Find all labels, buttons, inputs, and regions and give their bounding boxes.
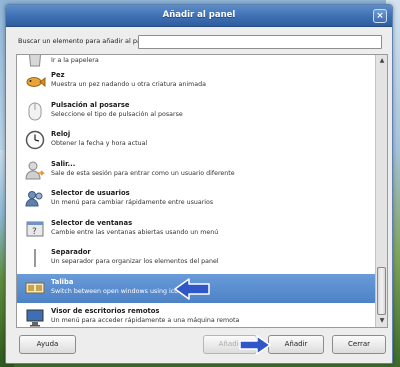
item-list: Ir a la papelera Pez Muestra un pez nada… — [16, 54, 388, 328]
item-description: Un menú para cambiar rápidamente entre u… — [51, 199, 214, 206]
annotation-arrow-icon — [238, 334, 272, 356]
add-button[interactable]: Añadir — [268, 335, 324, 354]
logout-icon — [24, 159, 46, 181]
window-title: Añadir al panel — [162, 10, 236, 20]
search-input[interactable] — [138, 35, 382, 49]
close-button[interactable]: Cerrar — [332, 335, 386, 354]
item-description: Un menú para acceder rápidamente a una m… — [51, 317, 240, 324]
svg-text:?: ? — [32, 227, 37, 237]
list-item-remote-desktop[interactable]: Visor de escritorios remotos Un menú par… — [17, 303, 377, 327]
help-button[interactable]: Ayuda — [19, 335, 76, 354]
item-name: Salir... — [51, 159, 76, 168]
separator-icon — [24, 247, 46, 269]
users-icon — [24, 188, 46, 210]
item-name: Visor de escritorios remotos — [51, 307, 160, 315]
list-item-window-selector[interactable]: ? Selector de ventanas Cambie entre las … — [17, 215, 377, 245]
mouse-icon — [24, 100, 46, 122]
item-name: Selector de ventanas — [51, 218, 133, 227]
window-selector-icon: ? — [24, 218, 46, 240]
item-description: Seleccione el tipo de pulsación al posar… — [51, 110, 183, 118]
item-description: Sale de esta sesión para entrar como un … — [51, 169, 235, 177]
item-name: Reloj — [51, 130, 71, 138]
annotation-arrow-icon — [173, 277, 211, 301]
item-description: Ir a la papelera — [51, 57, 99, 64]
item-description: Cambie entre las ventanas abiertas usand… — [51, 228, 219, 236]
item-description: Muestra un pez nadando u otra criatura a… — [51, 81, 206, 88]
item-description: Obtener la fecha y hora actual — [51, 140, 148, 147]
search-label: Buscar un elemento para añadir al panel: — [18, 37, 154, 45]
list-item-logout[interactable]: Salir... Sale de esta sesión para entrar… — [17, 156, 377, 186]
scroll-down-icon[interactable]: ▼ — [377, 316, 387, 326]
item-name: Pez — [51, 71, 65, 79]
fish-icon — [24, 70, 46, 92]
item-name: Separador — [51, 248, 91, 256]
item-description: Switch between open windows using icons — [51, 287, 186, 295]
list-item-fish[interactable]: Pez Muestra un pez nadando u otra criatu… — [17, 67, 377, 97]
list-item-trash[interactable]: Ir a la papelera — [17, 55, 377, 67]
clock-icon — [24, 129, 46, 151]
item-description: Un separador para organizar los elemento… — [51, 258, 219, 265]
search-row: Buscar un elemento para añadir al panel: — [16, 35, 382, 49]
close-icon[interactable]: × — [373, 9, 387, 23]
taskbar-icon — [24, 277, 46, 299]
remote-desktop-icon — [24, 306, 46, 327]
list-item-user-switcher[interactable]: Selector de usuarios Un menú para cambia… — [17, 185, 377, 215]
vertical-scrollbar[interactable]: ▲ ▼ — [375, 55, 387, 327]
scroll-thumb[interactable] — [377, 267, 386, 315]
scroll-up-icon[interactable]: ▲ — [377, 56, 387, 66]
list-item-clock[interactable]: Reloj Obtener la fecha y hora actual — [17, 126, 377, 156]
trash-icon — [24, 55, 46, 67]
item-name: Taliba — [51, 277, 74, 286]
list-item-separator[interactable]: Separador Un separador para organizar lo… — [17, 244, 377, 274]
list-item-hover-click[interactable]: Pulsación al posarse Seleccione el tipo … — [17, 97, 377, 127]
add-to-panel-dialog: Añadir al panel × Buscar un elemento par… — [5, 4, 393, 364]
list-item-taskbar[interactable]: Taliba Switch between open windows using… — [17, 273, 377, 303]
item-list-content: Ir a la papelera Pez Muestra un pez nada… — [17, 55, 377, 327]
titlebar[interactable]: Añadir al panel × — [6, 5, 392, 27]
item-name: Selector de usuarios — [51, 189, 130, 197]
item-name: Pulsación al posarse — [51, 100, 130, 109]
